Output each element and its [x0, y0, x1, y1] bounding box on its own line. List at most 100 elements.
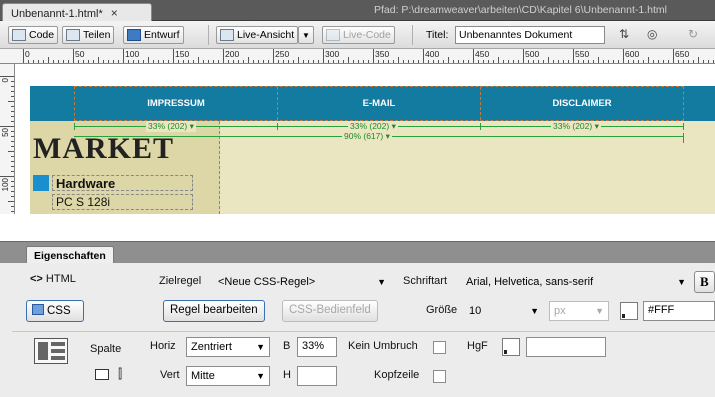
horiz-align-select[interactable]: Zentriert ▼ [186, 337, 270, 357]
vert-align-select[interactable]: Mitte ▼ [186, 366, 270, 386]
ruler-label: 150 [175, 49, 190, 59]
column-label: Spalte [90, 343, 122, 355]
ruler-tick [198, 57, 199, 63]
header-checkbox[interactable] [433, 370, 446, 383]
column-width-label[interactable]: 33% (202) ▾ [146, 121, 196, 132]
nav-table[interactable]: IMPRESSUM E-MAIL DISCLAIMER [74, 86, 684, 121]
unit-select[interactable]: px ▼ [549, 301, 609, 321]
nowrap-checkbox[interactable] [433, 341, 446, 354]
ruler-tick [333, 60, 334, 63]
ruler-tick [543, 60, 544, 63]
horiz-label: Horiz [150, 340, 176, 352]
vert-align-value: Mitte [191, 370, 215, 382]
column-width-label[interactable]: 33% (202) ▾ [551, 121, 601, 132]
target-rule-value: <Neue CSS-Regel> [218, 276, 316, 288]
bg-color-input[interactable] [526, 337, 606, 357]
ruler-tick [11, 91, 14, 92]
ruler-label: 50 [75, 49, 85, 59]
ruler-tick [633, 60, 634, 63]
design-view-button[interactable]: Entwurf [123, 26, 184, 44]
width-input[interactable]: 33% [297, 337, 337, 357]
target-rule-label: Zielregel [159, 275, 202, 287]
design-view-icon [127, 29, 141, 41]
ruler-tick [63, 60, 64, 63]
bold-button[interactable]: B [694, 271, 715, 293]
guide-tick [683, 133, 684, 143]
properties-panel-header: Eigenschaften [0, 241, 715, 265]
ruler-tick [73, 49, 74, 63]
text-color-swatch[interactable] [620, 302, 638, 320]
css-panel-button[interactable]: CSS-Bedienfeld [282, 300, 378, 322]
unit-value: px [554, 305, 566, 317]
html-mode-button[interactable]: <> HTML [30, 273, 76, 285]
ruler-tick [348, 57, 349, 63]
live-view-button[interactable]: Live-Ansicht [216, 26, 299, 44]
nav-cell-email[interactable]: E-MAIL [278, 87, 481, 120]
ruler-tick [11, 161, 14, 162]
ruler-tick [178, 60, 179, 63]
ruler-tick [11, 121, 14, 122]
close-tab-icon[interactable]: × [111, 6, 118, 20]
live-code-button[interactable]: Live-Code [322, 26, 395, 44]
bg-color-swatch[interactable] [502, 338, 520, 356]
ruler-tick [308, 60, 309, 63]
merge-cells-icon[interactable] [95, 369, 109, 380]
text-color-input[interactable]: #FFF [643, 301, 715, 321]
split-view-button[interactable]: Teilen [62, 26, 115, 44]
preview-in-browser-icon[interactable]: ◎ [647, 27, 657, 41]
file-management-icon[interactable]: ⇅ [619, 27, 629, 41]
guide-tick [480, 123, 481, 130]
ruler-tick [11, 81, 14, 82]
ruler-tick [0, 76, 14, 77]
split-cells-icon[interactable]: ⫿ [118, 366, 122, 382]
properties-panel: <> HTML CSS Zielregel <Neue CSS-Regel> ▼ … [0, 263, 715, 397]
ruler-tick [513, 60, 514, 63]
ruler-label: 0 [25, 49, 30, 59]
code-view-button[interactable]: Code [8, 26, 59, 44]
refresh-icon[interactable]: ↻ [688, 27, 698, 41]
ruler-tick [458, 60, 459, 63]
live-view-dropdown[interactable]: ▼ [298, 26, 314, 44]
width-label: B [283, 340, 291, 352]
font-family-select[interactable]: Arial, Helvetica, sans-serif ▼ [462, 272, 690, 292]
design-canvas[interactable]: IMPRESSUM E-MAIL DISCLAIMER 33% (202) ▾ … [15, 64, 715, 214]
sidebar-heading-row: Hardware [33, 175, 193, 191]
css-mode-button[interactable]: CSS [26, 300, 84, 322]
ruler-label: 400 [425, 49, 440, 59]
document-tab-label: Unbenannt-1.html* [11, 8, 103, 20]
chevron-down-icon: ▼ [377, 277, 386, 287]
live-code-icon [326, 29, 340, 41]
ruler-tick [118, 60, 119, 63]
chevron-down-icon: ▼ [302, 30, 310, 40]
live-view-label: Live-Ansicht [237, 29, 295, 41]
ruler-tick [8, 151, 14, 152]
ruler-tick [93, 60, 94, 63]
ruler-tick [123, 49, 124, 63]
document-tab[interactable]: Unbenannt-1.html* × [2, 3, 152, 21]
live-code-label: Live-Code [343, 29, 391, 41]
document-title-input[interactable] [455, 26, 605, 44]
ruler-tick [11, 116, 14, 117]
table-width-label[interactable]: 90% (617) ▾ [342, 131, 392, 142]
ruler-tick [663, 60, 664, 63]
nav-cell-impressum[interactable]: IMPRESSUM [75, 87, 278, 120]
toolbar-divider [208, 25, 209, 45]
sidebar-item[interactable]: PC S 128i [52, 194, 193, 210]
ruler-tick [538, 60, 539, 63]
ruler-tick [148, 57, 149, 63]
target-rule-select[interactable]: <Neue CSS-Regel> ▼ [214, 272, 390, 292]
ruler-tick [298, 57, 299, 63]
font-size-select[interactable]: 10 ▼ [465, 301, 543, 321]
ruler-tick [158, 60, 159, 63]
ruler-tick [133, 60, 134, 63]
ruler-tick [11, 106, 14, 107]
nav-cell-disclaimer[interactable]: DISCLAIMER [481, 87, 683, 120]
edit-rule-button[interactable]: Regel bearbeiten [163, 300, 265, 322]
ruler-tick [373, 49, 374, 63]
ruler-tick [493, 60, 494, 63]
height-input[interactable] [297, 366, 337, 386]
ruler-tick [638, 60, 639, 63]
sidebar-heading[interactable]: Hardware [52, 175, 193, 191]
ruler-tick [508, 60, 509, 63]
ruler-tick [518, 60, 519, 63]
